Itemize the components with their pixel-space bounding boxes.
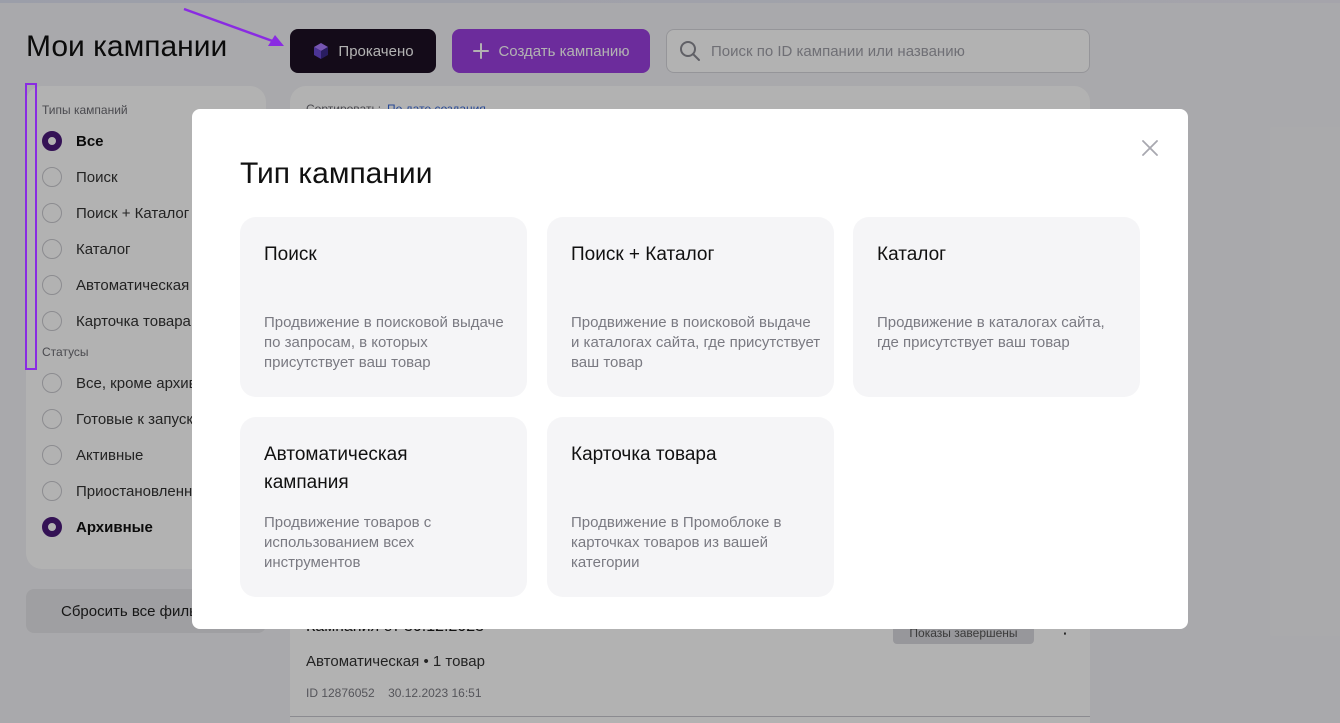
annotation-highlight-box: [25, 83, 37, 370]
card-description: Продвижение в Промоблоке в карточках тов…: [571, 514, 782, 571]
card-title: Поиск + Каталог: [571, 244, 715, 265]
card-description: Продвижение в поисковой выдаче и каталог…: [571, 314, 821, 371]
card-title: Автоматическая кампания: [264, 444, 408, 493]
card-description: Продвижение товаров с использованием все…: [264, 514, 432, 571]
card-title: Поиск: [264, 244, 317, 265]
campaign-type-card-search-catalog[interactable]: Поиск + Каталог Продвижение в поисковой …: [547, 217, 834, 397]
campaign-type-card-product-card[interactable]: Карточка товара Продвижение в Промоблоке…: [547, 417, 834, 597]
modal-title: Тип кампании: [240, 157, 433, 190]
annotation-arrow-icon: [183, 7, 284, 46]
card-title: Карточка товара: [571, 444, 717, 465]
campaign-type-modal: Тип кампании Поиск Продвижение в поисков…: [192, 109, 1188, 629]
campaign-type-card-search[interactable]: Поиск Продвижение в поисковой выдаче по …: [240, 217, 527, 397]
close-icon[interactable]: [1138, 136, 1162, 160]
card-title: Каталог: [877, 244, 947, 265]
campaign-type-card-catalog[interactable]: Каталог Продвижение в каталогах сайта, г…: [853, 217, 1140, 397]
card-description: Продвижение в поисковой выдаче по запрос…: [264, 314, 504, 371]
card-description: Продвижение в каталогах сайта, где прису…: [877, 314, 1105, 351]
campaign-type-card-automatic[interactable]: Автоматическая кампания Продвижение това…: [240, 417, 527, 597]
